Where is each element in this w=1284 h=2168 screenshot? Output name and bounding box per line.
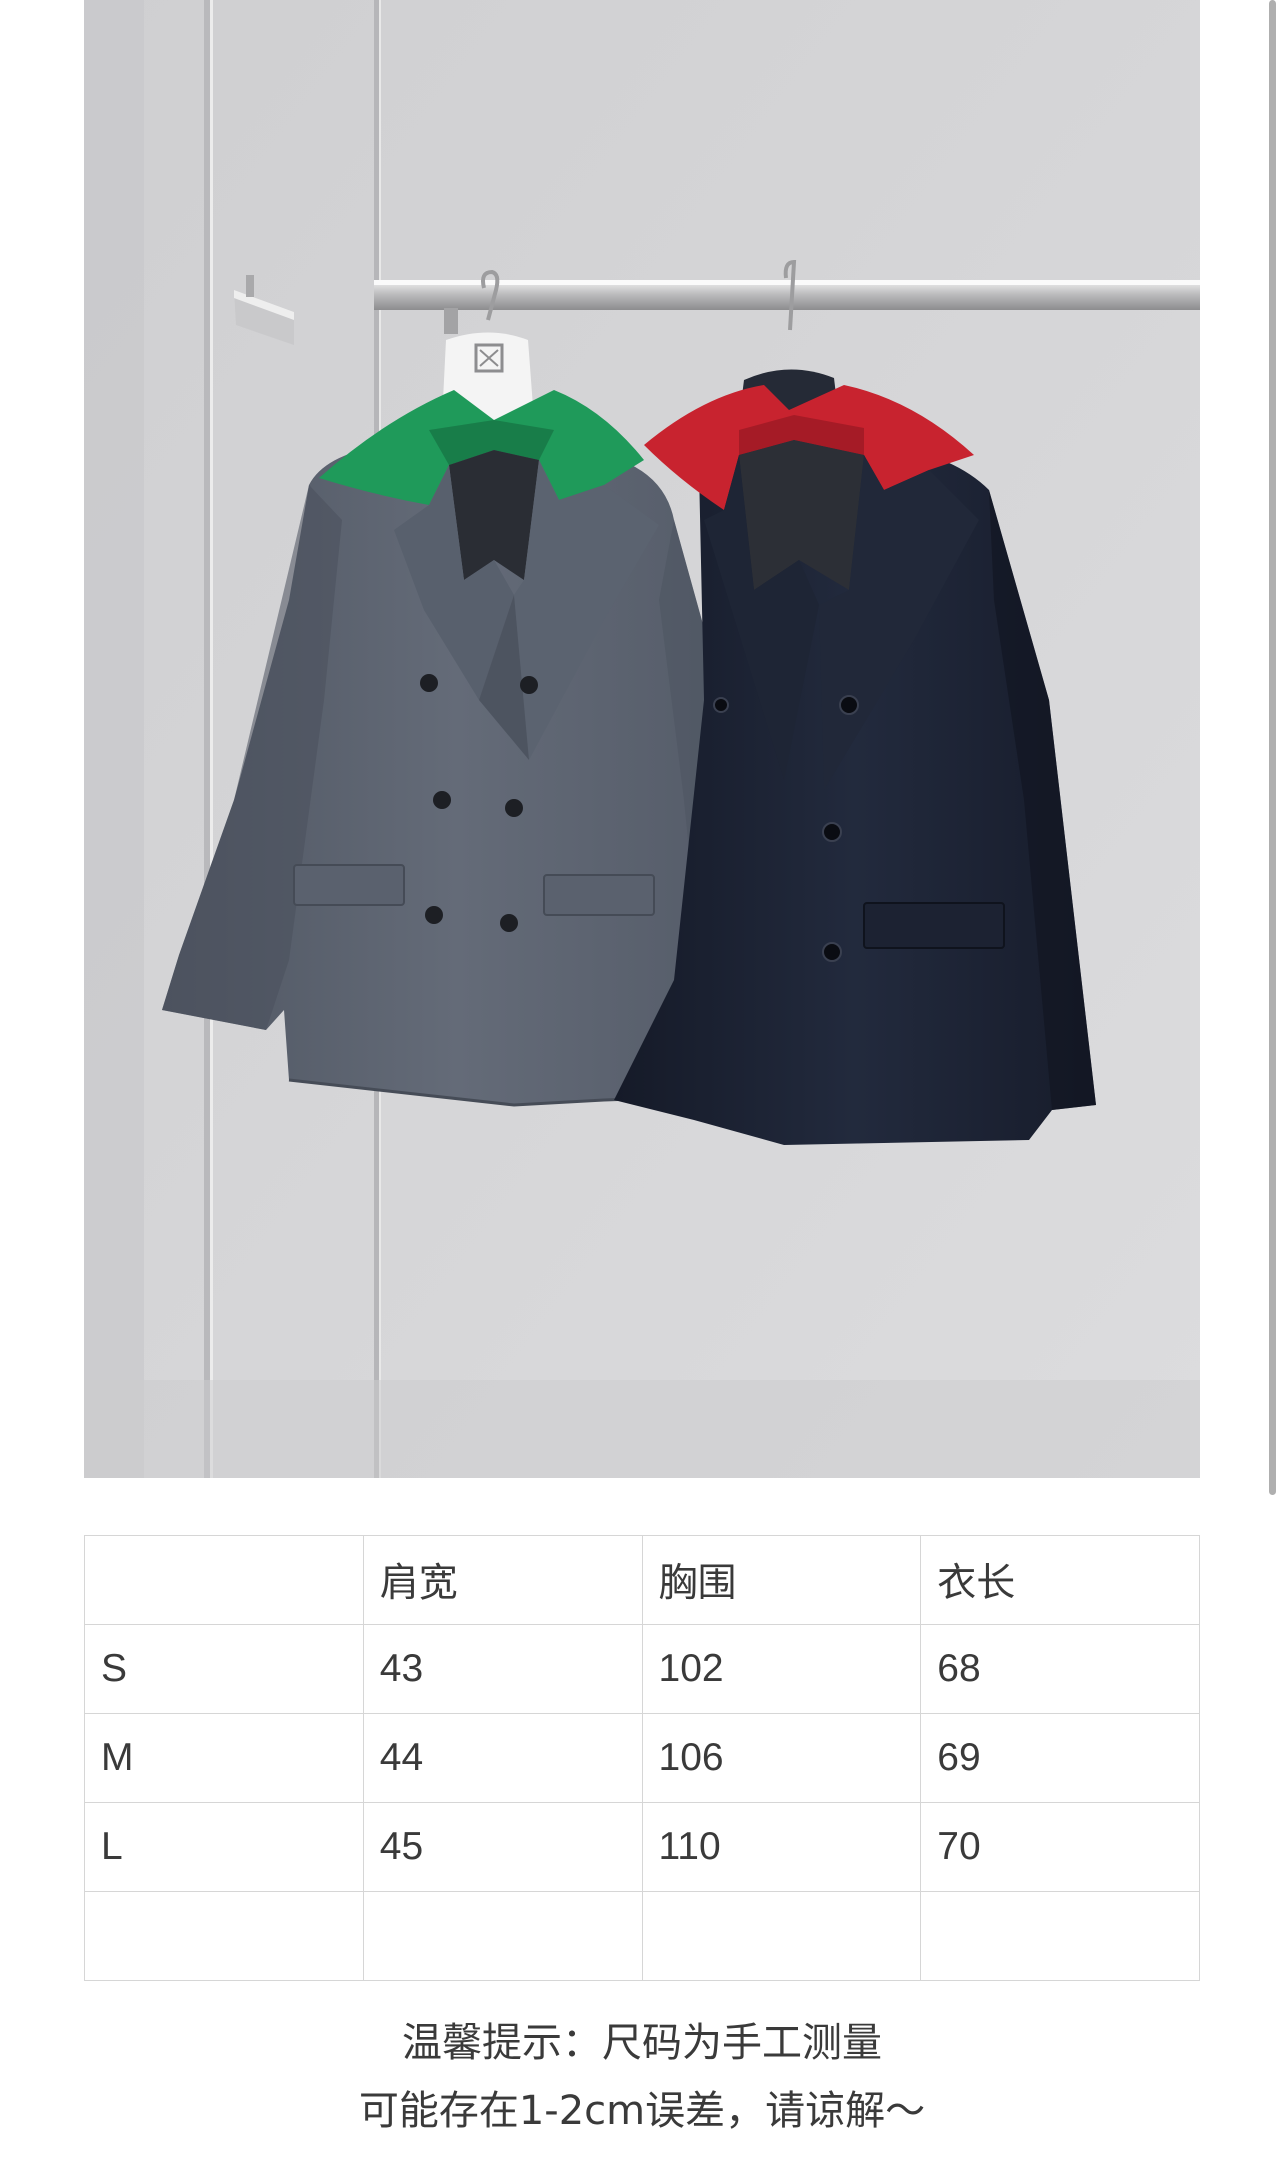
table-cell: S — [84, 1624, 364, 1714]
table-cell — [362, 1891, 643, 1981]
table-header-cell: 肩宽 — [362, 1535, 643, 1625]
table-cell: 44 — [362, 1713, 643, 1803]
table-cell: M — [84, 1713, 364, 1803]
table-header-cell — [84, 1535, 364, 1625]
notice-line-1: 温馨提示：尺码为手工测量 — [402, 2020, 882, 2066]
table-cell: 68 — [920, 1624, 1200, 1714]
table-cell: 102 — [641, 1624, 922, 1714]
product-photo — [84, 0, 1200, 1478]
notice-line-2: 可能存在1-2cm误差，请谅解～ — [358, 2088, 926, 2134]
table-cell: 43 — [362, 1624, 643, 1714]
table-cell: L — [84, 1802, 364, 1892]
table-header-cell: 胸围 — [641, 1535, 922, 1625]
size-chart-table: 肩宽 胸围 衣长 S 43 102 68 M 44 106 69 L 45 11… — [84, 1535, 1200, 1981]
product-detail-page: 肩宽 胸围 衣长 S 43 102 68 M 44 106 69 L 45 11… — [0, 0, 1284, 2168]
table-cell — [641, 1891, 922, 1981]
scrollbar[interactable] — [1269, 0, 1276, 1495]
table-header-cell: 衣长 — [920, 1535, 1200, 1625]
table-cell: 70 — [920, 1802, 1200, 1892]
table-row: M 44 106 69 — [84, 1713, 1200, 1803]
table-row: S 43 102 68 — [84, 1624, 1200, 1714]
table-cell — [84, 1891, 364, 1981]
table-row — [84, 1891, 1200, 1981]
table-cell: 45 — [362, 1802, 643, 1892]
table-header-row: 肩宽 胸围 衣长 — [84, 1535, 1200, 1625]
table-cell — [920, 1891, 1200, 1981]
table-cell: 110 — [641, 1802, 922, 1892]
table-cell: 106 — [641, 1713, 922, 1803]
table-cell: 69 — [920, 1713, 1200, 1803]
table-row: L 45 110 70 — [84, 1802, 1200, 1892]
